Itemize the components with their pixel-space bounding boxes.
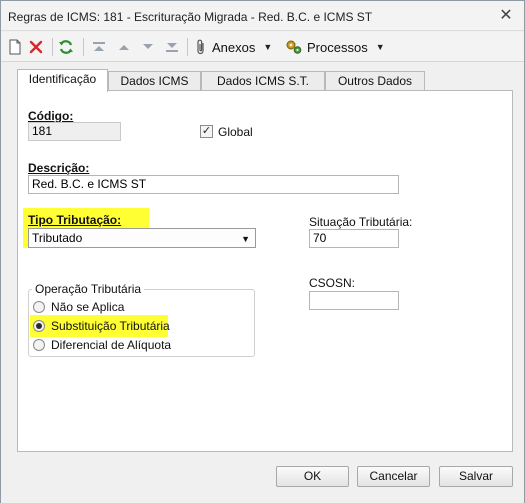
descricao-label: Descrição: xyxy=(28,161,90,175)
tipo-tributacao-value: Tributado xyxy=(32,231,83,245)
new-document-icon[interactable] xyxy=(8,37,22,57)
dialog-footer: OK Cancelar Salvar xyxy=(1,457,524,503)
processos-label: Processos xyxy=(307,39,368,55)
previous-record-icon[interactable] xyxy=(117,37,131,57)
refresh-icon[interactable] xyxy=(58,37,74,57)
toolbar-separator xyxy=(187,38,188,56)
tipo-tributacao-label: Tipo Tributação: xyxy=(28,213,122,227)
radio-button[interactable] xyxy=(33,320,45,332)
save-button[interactable]: Salvar xyxy=(439,466,513,487)
processos-menu-button[interactable]: Processos ▼ xyxy=(285,37,385,57)
radio-button[interactable] xyxy=(33,339,45,351)
gears-icon xyxy=(286,40,302,54)
anexos-label: Anexos xyxy=(212,39,256,55)
operacao-tributaria-title: Operação Tributária xyxy=(32,282,145,296)
anexos-menu-button[interactable]: Anexos ▼ xyxy=(194,37,272,57)
radio-label: Diferencial de Alíquota xyxy=(51,338,172,352)
descricao-field[interactable]: Red. B.C. e ICMS ST xyxy=(28,175,399,194)
chevron-down-icon: ▼ xyxy=(263,42,273,52)
radio-diferencial-aliquota[interactable]: Diferencial de Alíquota xyxy=(33,337,171,353)
title-bar: Regras de ICMS: 181 - Escrituração Migra… xyxy=(1,1,524,31)
next-record-icon[interactable] xyxy=(141,37,155,57)
codigo-label: Código: xyxy=(28,109,74,123)
radio-label: Não se Aplica xyxy=(51,300,125,314)
radio-button[interactable] xyxy=(33,301,45,313)
chevron-down-icon: ▼ xyxy=(241,234,250,244)
paperclip-icon xyxy=(197,39,204,55)
radio-nao-se-aplica[interactable]: Não se Aplica xyxy=(33,299,124,315)
global-checkbox[interactable]: ✓ xyxy=(200,125,213,138)
codigo-field[interactable]: 181 xyxy=(28,122,121,141)
content-panel: Identificação Dados ICMS Dados ICMS S.T.… xyxy=(8,65,517,457)
delete-icon[interactable] xyxy=(29,37,43,57)
radio-substituicao-tributaria[interactable]: Substituição Tributária xyxy=(33,318,170,334)
toolbar-separator xyxy=(52,38,53,56)
chevron-down-icon: ▼ xyxy=(375,42,385,52)
first-record-icon[interactable] xyxy=(92,37,106,57)
toolbar: Anexos ▼ Processos ▼ xyxy=(1,32,524,62)
cancel-button[interactable]: Cancelar xyxy=(357,466,430,487)
situacao-tributaria-label: Situação Tributária: xyxy=(309,215,413,229)
radio-label: Substituição Tributária xyxy=(51,319,170,333)
csosn-label: CSOSN: xyxy=(309,276,356,290)
window-title: Regras de ICMS: 181 - Escrituração Migra… xyxy=(8,10,373,24)
tab-dados-icms-st[interactable]: Dados ICMS S.T. xyxy=(201,71,325,91)
situacao-tributaria-field[interactable]: 70 xyxy=(309,229,399,248)
tab-identificacao[interactable]: Identificação xyxy=(17,69,108,92)
last-record-icon[interactable] xyxy=(165,37,179,57)
dialog-window: Regras de ICMS: 181 - Escrituração Migra… xyxy=(0,0,525,503)
tab-body-identificacao: Código: 181 ✓ Global Descrição: Red. B.C… xyxy=(17,90,513,452)
global-label: Global xyxy=(218,125,253,139)
tipo-tributacao-select[interactable]: Tributado ▼ xyxy=(28,228,256,248)
toolbar-separator xyxy=(83,38,84,56)
ok-button[interactable]: OK xyxy=(276,466,349,487)
close-button[interactable]: ✕ xyxy=(497,7,515,25)
tab-dados-icms[interactable]: Dados ICMS xyxy=(108,71,201,91)
csosn-field[interactable] xyxy=(309,291,399,310)
tab-outros-dados[interactable]: Outros Dados xyxy=(325,71,425,91)
